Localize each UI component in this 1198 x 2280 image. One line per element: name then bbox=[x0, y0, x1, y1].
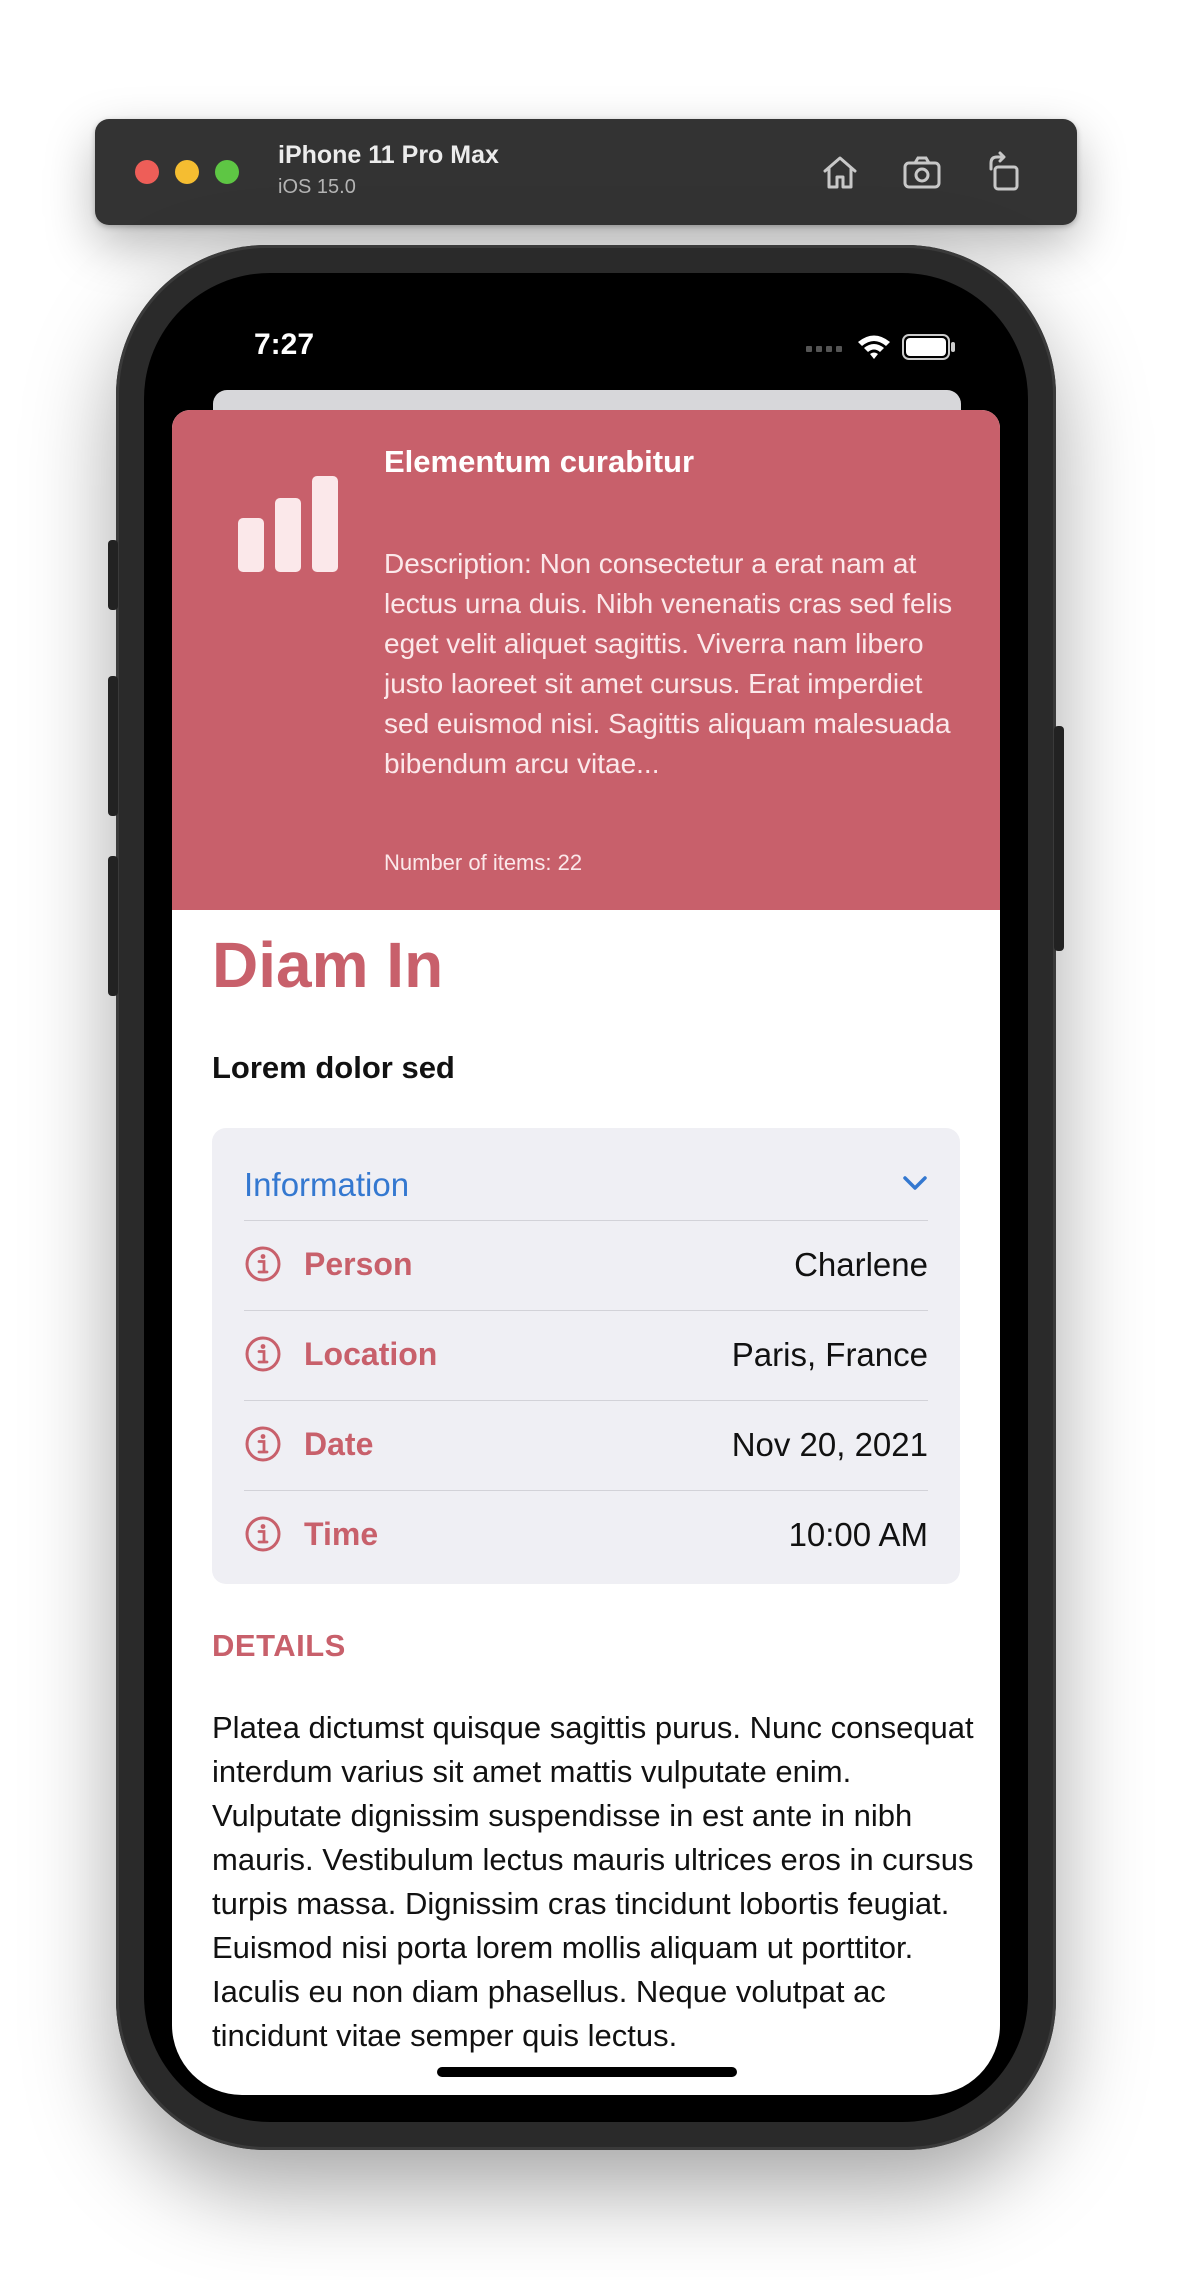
page-title: Diam In bbox=[212, 929, 444, 1001]
information-disclosure-toggle[interactable]: Information bbox=[244, 1166, 928, 1216]
info-circle-icon bbox=[245, 1336, 281, 1372]
item-count: Number of items: 22 bbox=[384, 850, 583, 875]
info-label: Location bbox=[304, 1336, 438, 1372]
os-version: iOS 15.0 bbox=[278, 176, 356, 198]
info-label: Date bbox=[304, 1426, 374, 1462]
power-button bbox=[1054, 726, 1064, 951]
mute-switch bbox=[108, 540, 118, 610]
home-indicator[interactable] bbox=[437, 2067, 737, 2077]
hero-banner: Elementum curabitur Description: Non con… bbox=[172, 410, 1000, 910]
info-row-time: Time 10:00 AM bbox=[244, 1490, 928, 1580]
rotate-button[interactable] bbox=[979, 147, 1029, 197]
hero-description: Description: Non consectetur a erat nam … bbox=[384, 548, 953, 779]
cellular-signal-icon bbox=[806, 346, 842, 352]
info-label: Person bbox=[304, 1246, 413, 1282]
rotate-icon bbox=[989, 151, 1019, 191]
home-icon bbox=[823, 156, 857, 189]
info-circle-icon bbox=[245, 1426, 281, 1462]
screenshot-button[interactable] bbox=[897, 147, 947, 197]
info-value: Nov 20, 2021 bbox=[731, 1426, 928, 1463]
details-heading: DETAILS bbox=[212, 1628, 346, 1663]
information-card: Information Person Charlene Location Par… bbox=[212, 1128, 960, 1584]
volume-up-button bbox=[108, 676, 118, 816]
detail-sheet[interactable]: Elementum curabitur Description: Non con… bbox=[172, 410, 1000, 2095]
info-row-location: Location Paris, France bbox=[244, 1310, 928, 1400]
battery-icon bbox=[902, 334, 955, 360]
info-label: Time bbox=[304, 1516, 379, 1552]
chart-bars-icon bbox=[238, 476, 338, 572]
minimize-window-button[interactable] bbox=[175, 160, 199, 184]
home-button[interactable] bbox=[815, 147, 865, 197]
info-circle-icon bbox=[245, 1516, 281, 1552]
info-value: Charlene bbox=[794, 1246, 928, 1283]
zoom-window-button[interactable] bbox=[215, 160, 239, 184]
info-value: 10:00 AM bbox=[788, 1516, 928, 1553]
info-row-person: Person Charlene bbox=[244, 1220, 928, 1310]
wifi-icon bbox=[858, 335, 890, 359]
simulator-toolbar: iPhone 11 Pro Max iOS 15.0 bbox=[95, 119, 1077, 225]
info-circle-icon bbox=[245, 1246, 281, 1282]
page-subtitle: Lorem dolor sed bbox=[212, 1050, 455, 1085]
chevron-down-icon bbox=[903, 1176, 927, 1190]
hero-title: Elementum curabitur bbox=[384, 444, 695, 479]
volume-down-button bbox=[108, 856, 118, 996]
info-row-date: Date Nov 20, 2021 bbox=[244, 1400, 928, 1490]
details-body: Platea dictumst quisque sagittis purus. … bbox=[212, 1710, 974, 2053]
status-icons bbox=[806, 333, 956, 361]
close-window-button[interactable] bbox=[135, 160, 159, 184]
screenshot-icon bbox=[903, 156, 941, 189]
status-time: 7:27 bbox=[254, 328, 315, 361]
device-name: iPhone 11 Pro Max bbox=[278, 141, 499, 169]
information-header-label: Information bbox=[244, 1166, 410, 1203]
info-value: Paris, France bbox=[731, 1336, 928, 1373]
